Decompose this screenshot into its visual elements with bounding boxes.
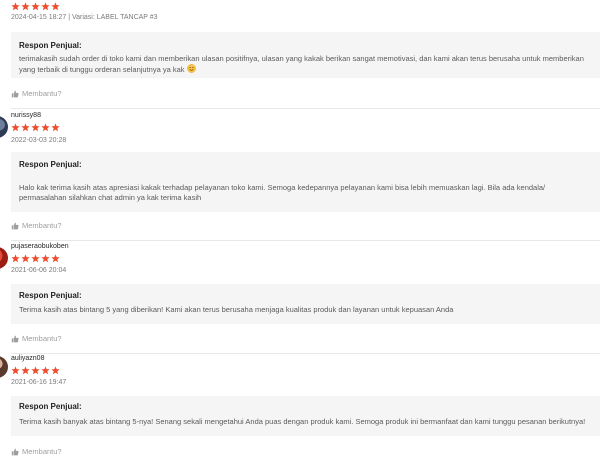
star-icon xyxy=(11,2,20,11)
star-icon xyxy=(11,366,20,375)
thumbs-up-icon xyxy=(11,335,19,343)
star-icon xyxy=(21,123,30,132)
star-icon xyxy=(51,123,60,132)
helpful-button[interactable]: Membantu? xyxy=(11,221,62,230)
seller-reply: Respon Penjual: Terima kasih atas bintan… xyxy=(11,284,600,324)
review-meta: 2021-06-06 20:04 xyxy=(11,267,67,274)
star-icon xyxy=(31,254,40,263)
star-icon xyxy=(31,366,40,375)
helpful-button[interactable]: Membantu? xyxy=(11,89,62,98)
thumbs-up-icon xyxy=(11,90,19,98)
smile-emoji-icon xyxy=(186,63,196,73)
reply-title: Respon Penjual: xyxy=(19,41,82,50)
seller-reply: Respon Penjual: Terima kasih banyak atas… xyxy=(11,396,600,436)
star-icon xyxy=(41,254,50,263)
review-meta: 2024-04-15 18:27 | Variasi: LABEL TANCAP… xyxy=(11,14,158,21)
reply-title: Respon Penjual: xyxy=(19,402,82,411)
star-icon xyxy=(11,254,20,263)
star-icon xyxy=(21,254,30,263)
rating-stars xyxy=(11,123,60,132)
star-icon xyxy=(41,123,50,132)
review-meta: 2021-06-16 19:47 xyxy=(11,379,67,386)
thumbs-up-icon xyxy=(11,222,19,230)
star-icon xyxy=(51,2,60,11)
divider xyxy=(11,353,600,354)
seller-reply: Respon Penjual: terimakasih sudah order … xyxy=(11,32,600,78)
rating-stars xyxy=(11,2,60,11)
helpful-label: Membantu? xyxy=(22,221,62,230)
rating-stars xyxy=(11,254,60,263)
reply-text: Terima kasih atas bintang 5 yang diberik… xyxy=(19,305,454,314)
avatar[interactable] xyxy=(0,356,8,378)
star-icon xyxy=(41,366,50,375)
reviewer-username[interactable]: nurissy88 xyxy=(11,112,41,119)
review-meta: 2022-03-03 20:28 xyxy=(11,137,67,144)
star-icon xyxy=(31,123,40,132)
star-icon xyxy=(51,254,60,263)
helpful-button[interactable]: Membantu? xyxy=(11,334,62,343)
star-icon xyxy=(41,2,50,11)
reply-title: Respon Penjual: xyxy=(19,291,82,300)
star-icon xyxy=(21,2,30,11)
reply-title: Respon Penjual: xyxy=(19,160,82,169)
reply-text: terimakasih sudah order di toko kami dan… xyxy=(19,54,584,74)
star-icon xyxy=(11,123,20,132)
divider xyxy=(11,240,600,241)
seller-reply: Respon Penjual: Halo kak terima kasih at… xyxy=(11,152,600,212)
helpful-label: Membantu? xyxy=(22,89,62,98)
thumbs-up-icon xyxy=(11,448,19,456)
helpful-label: Membantu? xyxy=(22,334,62,343)
divider xyxy=(11,108,600,109)
reviewer-username[interactable]: auliyazn08 xyxy=(11,355,44,362)
reviewer-username[interactable]: pujaseraobukoben xyxy=(11,243,69,250)
reply-text: Terima kasih banyak atas bintang 5-nya! … xyxy=(19,417,586,426)
star-icon xyxy=(21,366,30,375)
reply-text: Halo kak terima kasih atas apresiasi kak… xyxy=(19,183,546,202)
helpful-button[interactable]: Membantu? xyxy=(11,447,62,456)
star-icon xyxy=(51,366,60,375)
helpful-label: Membantu? xyxy=(22,447,62,456)
avatar[interactable] xyxy=(0,116,8,138)
rating-stars xyxy=(11,366,60,375)
avatar[interactable] xyxy=(0,247,8,269)
star-icon xyxy=(31,2,40,11)
